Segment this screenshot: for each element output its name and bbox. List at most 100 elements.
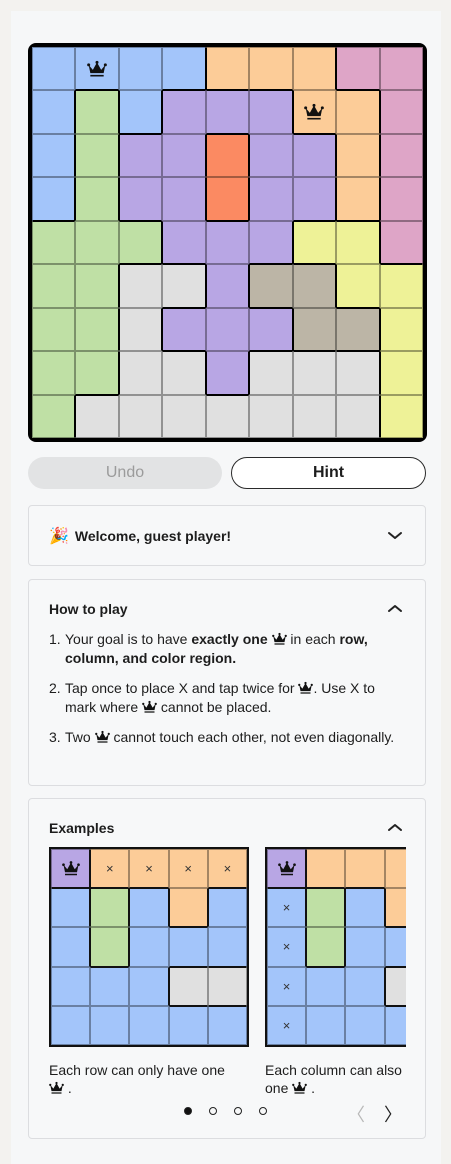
board-cell[interactable] xyxy=(75,220,119,265)
board-cell[interactable] xyxy=(336,47,380,91)
board-cell[interactable] xyxy=(249,177,293,221)
board-cell[interactable] xyxy=(379,307,423,352)
example-cell xyxy=(345,1005,385,1045)
board-cell[interactable] xyxy=(162,177,206,221)
board-cell[interactable] xyxy=(32,90,76,134)
board-cell[interactable] xyxy=(75,264,119,308)
board-cell[interactable] xyxy=(249,264,293,308)
welcome-panel[interactable]: 🎉 Welcome, guest player! xyxy=(28,505,426,566)
board-cell[interactable] xyxy=(249,220,293,265)
hint-button[interactable]: Hint xyxy=(231,457,426,489)
board-cell[interactable] xyxy=(32,177,76,221)
board-cell[interactable] xyxy=(379,220,423,265)
board-cell[interactable] xyxy=(32,264,76,308)
board-cell[interactable] xyxy=(118,394,163,438)
board-cell[interactable] xyxy=(249,307,293,352)
board-cell[interactable] xyxy=(292,264,337,308)
chevron-up-icon[interactable] xyxy=(387,600,403,616)
undo-button[interactable]: Undo xyxy=(28,457,222,489)
board-cell[interactable] xyxy=(336,177,380,221)
board-cell[interactable] xyxy=(162,133,206,178)
board-cell[interactable] xyxy=(379,133,423,178)
board-cell[interactable] xyxy=(336,220,380,265)
example-caption: Each column can also have one . xyxy=(265,1061,406,1097)
board-cell[interactable] xyxy=(75,351,119,395)
board-cell[interactable] xyxy=(75,177,119,221)
board-cell[interactable] xyxy=(162,264,206,308)
previous-example-button[interactable]: 〈 xyxy=(347,1101,365,1127)
chevron-up-icon[interactable] xyxy=(387,819,403,835)
board-cell[interactable] xyxy=(379,264,423,308)
board-cell[interactable] xyxy=(292,133,337,178)
carousel-dot[interactable] xyxy=(209,1107,217,1115)
board-cell[interactable] xyxy=(32,47,76,91)
example-cell xyxy=(207,966,247,1006)
board-cell[interactable] xyxy=(118,177,163,221)
board-cell[interactable] xyxy=(205,47,250,91)
board-cell[interactable] xyxy=(205,351,250,395)
board-cell[interactable] xyxy=(336,351,380,395)
board-cell[interactable] xyxy=(249,351,293,395)
board-cell[interactable] xyxy=(379,394,423,438)
board-cell[interactable] xyxy=(162,394,206,438)
board-cell[interactable] xyxy=(205,90,250,134)
board-cell[interactable] xyxy=(75,133,119,178)
examples-carousel[interactable]: × × × × Each row can only have one . × × × × Each… xyxy=(49,847,406,1097)
board-cell[interactable] xyxy=(118,90,163,134)
board-cell[interactable] xyxy=(32,133,76,178)
board-cell[interactable] xyxy=(379,177,423,221)
board-cell[interactable] xyxy=(118,133,163,178)
board-cell[interactable] xyxy=(205,220,250,265)
board-cell[interactable] xyxy=(162,307,206,352)
board-cell[interactable] xyxy=(336,307,380,352)
rule-number: 1. xyxy=(49,631,61,647)
board-cell[interactable] xyxy=(205,264,250,308)
board-cell[interactable] xyxy=(249,90,293,134)
chevron-down-icon[interactable] xyxy=(387,528,403,544)
board-cell[interactable] xyxy=(379,47,423,91)
board-cell[interactable] xyxy=(205,307,250,352)
board-cell[interactable] xyxy=(32,351,76,395)
board-cell[interactable] xyxy=(292,177,337,221)
board-cell[interactable] xyxy=(249,394,293,438)
board-cell[interactable] xyxy=(32,307,76,352)
board-cell[interactable] xyxy=(292,90,337,134)
board-cell[interactable] xyxy=(162,220,206,265)
board-cell[interactable] xyxy=(292,351,337,395)
board-cell[interactable] xyxy=(292,307,337,352)
board-cell[interactable] xyxy=(336,394,380,438)
board-cell[interactable] xyxy=(205,133,250,178)
board-cell[interactable] xyxy=(336,264,380,308)
board-cell[interactable] xyxy=(75,90,119,134)
board-cell[interactable] xyxy=(75,47,119,91)
board-cell[interactable] xyxy=(32,394,76,438)
carousel-dot[interactable] xyxy=(259,1107,267,1115)
board-cell[interactable] xyxy=(336,90,380,134)
board-cell[interactable] xyxy=(292,394,337,438)
board-cell[interactable] xyxy=(292,220,337,265)
board-cell[interactable] xyxy=(336,133,380,178)
board-cell[interactable] xyxy=(162,47,206,91)
board-cell[interactable] xyxy=(379,351,423,395)
board-cell[interactable] xyxy=(205,177,250,221)
board-cell[interactable] xyxy=(249,47,293,91)
carousel-dot[interactable] xyxy=(184,1107,192,1115)
board-cell[interactable] xyxy=(32,220,76,265)
next-example-button[interactable]: 〉 xyxy=(384,1101,402,1127)
board-cell[interactable] xyxy=(379,90,423,134)
board-cell[interactable] xyxy=(118,351,163,395)
carousel-dot[interactable] xyxy=(234,1107,242,1115)
board-cell[interactable] xyxy=(162,351,206,395)
board-cell[interactable] xyxy=(205,394,250,438)
board-cell[interactable] xyxy=(118,220,163,265)
board-cell[interactable] xyxy=(118,307,163,352)
carousel-dots xyxy=(184,1107,267,1115)
board-cell[interactable] xyxy=(292,47,337,91)
board-cell[interactable] xyxy=(75,307,119,352)
example-board: × × × × xyxy=(265,847,406,1047)
board-cell[interactable] xyxy=(75,394,119,438)
board-cell[interactable] xyxy=(118,264,163,308)
board-cell[interactable] xyxy=(249,133,293,178)
board-cell[interactable] xyxy=(162,90,206,134)
board-cell[interactable] xyxy=(118,47,163,91)
